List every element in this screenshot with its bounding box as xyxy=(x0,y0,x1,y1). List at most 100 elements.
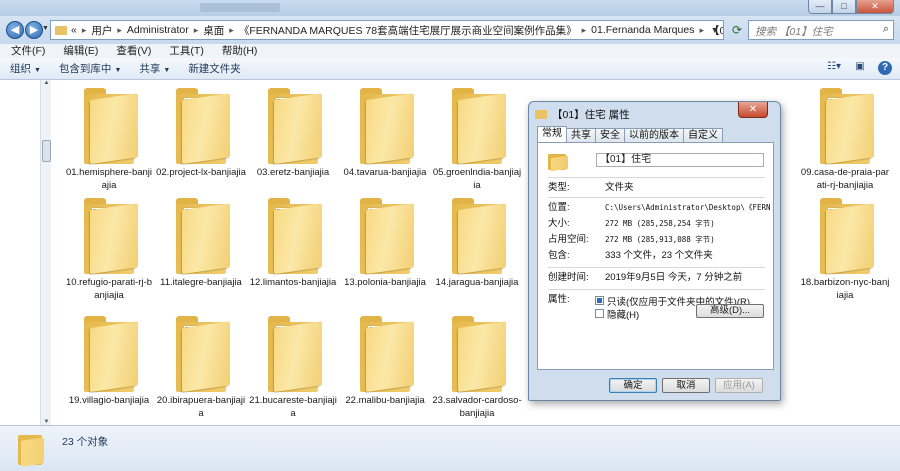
search-icon[interactable]: ⌕ xyxy=(883,23,889,36)
hidden-checkbox[interactable] xyxy=(595,309,604,318)
close-button[interactable]: ✕ xyxy=(856,0,894,14)
folder-item[interactable]: 04.tavarua-banjiajia xyxy=(340,84,430,194)
menu-view[interactable]: 查看(V) xyxy=(105,44,158,58)
type-value: 文件夹 xyxy=(605,182,634,193)
folder-icon xyxy=(176,88,232,164)
folder-item[interactable]: 09.casa-de-praia-parati-rj-banjiajia xyxy=(800,84,890,194)
hidden-label[interactable]: 隐藏(H) xyxy=(607,307,639,321)
folder-item-label: 04.tavarua-banjiajia xyxy=(343,167,427,178)
contains-label: 包含: xyxy=(548,250,570,261)
ok-button[interactable]: 确定 xyxy=(609,378,657,393)
folder-item[interactable]: 23.salvador-cardoso-banjiajia xyxy=(432,312,522,422)
tab-sharing[interactable]: 共享 xyxy=(566,128,596,142)
cancel-button[interactable]: 取消 xyxy=(662,378,710,393)
breadcrumb-administrator[interactable]: Administrator xyxy=(127,24,189,36)
breadcrumb-separator-icon[interactable]: ▸ xyxy=(229,25,234,36)
general-tab-panel: 【01】住宅 类型: 文件夹 位置: C:\Users\Administrato… xyxy=(537,142,774,370)
new-folder-button[interactable]: 新建文件夹 xyxy=(178,61,249,76)
chevron-down-icon: ▼ xyxy=(163,67,171,74)
folder-item[interactable]: 01.hemisphere-banjiajia xyxy=(64,84,154,194)
breadcrumb-separator-icon[interactable]: ▸ xyxy=(699,25,704,36)
folder-item-label: 12.limantos-banjiajia xyxy=(249,277,337,288)
tab-customize[interactable]: 自定义 xyxy=(683,128,723,142)
item-count: 23 个对象 xyxy=(62,436,109,448)
folder-item-label: 22.malibu-banjiajia xyxy=(345,395,425,406)
advanced-button[interactable]: 高级(D)... xyxy=(696,304,764,318)
preview-pane-icon[interactable]: ▣ xyxy=(852,61,868,75)
tab-security[interactable]: 安全 xyxy=(595,128,625,142)
folder-name-field[interactable]: 【01】住宅 xyxy=(596,153,764,167)
organize-button[interactable]: 组织 ▼ xyxy=(0,61,49,76)
type-label: 类型: xyxy=(548,182,570,193)
folder-item[interactable]: 18.barbizon-nyc-banjiajia xyxy=(800,194,890,304)
forward-arrow-icon: ▶ xyxy=(29,24,39,36)
properties-dialog: 【01】住宅 属性 ✕ 常规 共享 安全 以前的版本 自定义 【01】住宅 类型… xyxy=(528,101,781,401)
folder-icon xyxy=(176,316,232,392)
folder-icon xyxy=(820,198,876,274)
menu-file[interactable]: 文件(F) xyxy=(0,44,52,58)
scroll-up-icon[interactable]: ▲ xyxy=(41,80,52,86)
folder-item[interactable]: 10.refugio-parati-rj-banjiajia xyxy=(64,194,154,304)
apply-button[interactable]: 应用(A) xyxy=(715,378,763,393)
folder-icon xyxy=(820,88,876,164)
breadcrumb-collection[interactable]: 《FERNANDA MARQUES 78套高端住宅展厅展示商业空间案例作品集》 xyxy=(239,23,577,38)
folder-item[interactable]: 13.polonia-banjiajia xyxy=(340,194,430,304)
breadcrumb-separator-icon[interactable]: ▸ xyxy=(582,25,587,36)
folder-icon xyxy=(268,88,324,164)
folder-item-label: 14.jaragua-banjiajia xyxy=(435,277,519,288)
divider xyxy=(548,267,765,268)
search-input[interactable]: 搜索 【01】住宅 ⌕ xyxy=(748,20,894,40)
breadcrumb-overflow[interactable]: « xyxy=(71,24,77,36)
history-dropdown-icon[interactable]: ▼ xyxy=(42,25,49,32)
breadcrumb-separator-icon[interactable]: ▸ xyxy=(194,25,199,36)
breadcrumb-desktop[interactable]: 桌面 xyxy=(203,23,224,38)
breadcrumb-users[interactable]: 用户 xyxy=(91,23,112,38)
folder-item[interactable]: 19.villagio-banjiajia xyxy=(64,312,154,422)
breadcrumb-separator-icon[interactable]: ▸ xyxy=(82,25,87,36)
divider xyxy=(548,197,765,198)
navigation-scrollbar[interactable]: ▲ ▼ xyxy=(40,80,51,425)
dialog-title: 【01】住宅 属性 xyxy=(535,107,630,122)
back-arrow-icon: ◀ xyxy=(10,24,20,36)
folder-item[interactable]: 05.groenlndia-banjiajia xyxy=(432,84,522,194)
chevron-down-icon: ▼ xyxy=(34,67,41,74)
contains-row: 包含: 333 个文件，23 个文件夹 xyxy=(548,249,770,263)
folder-item[interactable]: 22.malibu-banjiajia xyxy=(340,312,430,422)
address-bar-end: ▼ xyxy=(707,21,723,39)
include-label: 包含到库中 xyxy=(58,63,112,75)
maximize-button[interactable]: □ xyxy=(832,0,856,14)
folder-item[interactable]: 21.bucareste-banjiajia xyxy=(248,312,338,422)
help-icon[interactable]: ? xyxy=(878,61,892,75)
location-label: 位置: xyxy=(548,202,570,213)
menu-edit[interactable]: 编辑(E) xyxy=(52,44,105,58)
menu-tools[interactable]: 工具(T) xyxy=(158,44,210,58)
folder-item[interactable]: 14.jaragua-banjiajia xyxy=(432,194,522,304)
breadcrumb-separator-icon[interactable]: ▸ xyxy=(117,25,122,36)
address-bar[interactable]: « ▸ 用户 ▸ Administrator ▸ 桌面 ▸ 《FERNANDA … xyxy=(50,20,724,40)
refresh-icon[interactable]: ⟳ xyxy=(728,21,746,39)
folder-item[interactable]: 12.limantos-banjiajia xyxy=(248,194,338,304)
folder-item[interactable]: 02.project-lx-banjiajia xyxy=(156,84,246,194)
forward-button[interactable]: ▶ xyxy=(25,21,43,39)
back-button[interactable]: ◀ xyxy=(6,21,24,39)
folder-item[interactable]: 03.eretz-banjiajia xyxy=(248,84,338,194)
dialog-close-button[interactable]: ✕ xyxy=(738,102,768,118)
folder-item[interactable]: 20.ibirapuera-banjiajia xyxy=(156,312,246,422)
folder-item[interactable]: 11.italegre-banjiajia xyxy=(156,194,246,304)
window-controls: — □ ✕ xyxy=(808,0,894,14)
minimize-button[interactable]: — xyxy=(808,0,832,14)
folder-item-label: 18.barbizon-nyc-banjiajia xyxy=(800,277,890,301)
scroll-thumb[interactable] xyxy=(42,140,51,162)
folder-item-label: 20.ibirapuera-banjiajia xyxy=(156,395,246,419)
include-in-library-button[interactable]: 包含到库中 ▼ xyxy=(49,61,129,76)
tab-previous-versions[interactable]: 以前的版本 xyxy=(624,128,684,142)
divider xyxy=(548,177,765,178)
address-dropdown-icon[interactable]: ▼ xyxy=(707,25,723,35)
breadcrumb-fernanda[interactable]: 01.Fernanda Marques xyxy=(591,24,694,36)
view-options-icon[interactable]: ☷▾ xyxy=(826,61,842,75)
menu-help[interactable]: 帮助(H) xyxy=(211,44,265,58)
folder-icon xyxy=(452,316,508,392)
tab-general[interactable]: 常规 xyxy=(537,126,567,142)
share-button[interactable]: 共享 ▼ xyxy=(129,61,178,76)
readonly-checkbox[interactable] xyxy=(595,296,604,305)
